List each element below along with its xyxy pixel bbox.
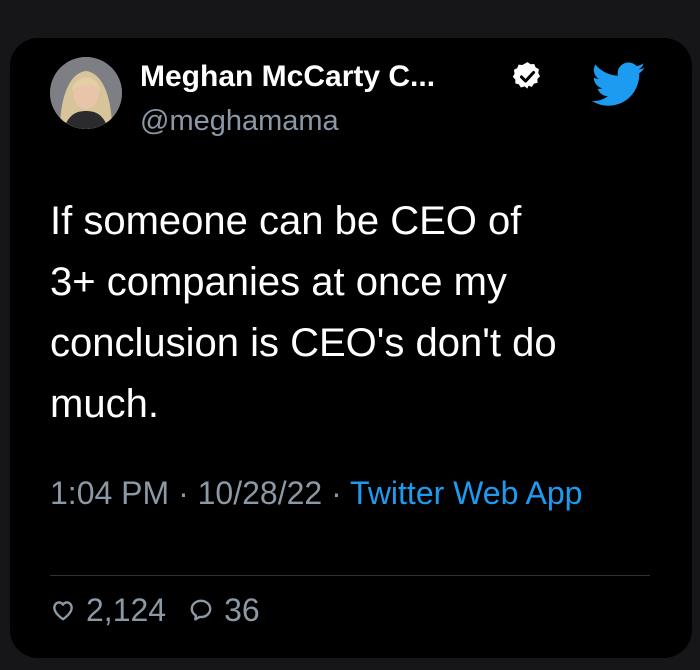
tweet-source-app[interactable]: Twitter Web App	[350, 475, 582, 511]
tweet-stats: 2,124 36	[50, 588, 260, 632]
like-button[interactable]: 2,124	[50, 592, 166, 629]
avatar[interactable]	[50, 57, 122, 129]
reply-count: 36	[224, 591, 260, 628]
meta-separator: ·	[322, 475, 351, 511]
tweet-text: If someone can be CEO of 3+ companies at…	[50, 199, 557, 426]
screenshot-frame: Meghan McCarty C... @meghamama If someon…	[0, 0, 700, 670]
author-handle[interactable]: @meghamama	[140, 104, 339, 138]
verified-badge-icon	[512, 62, 541, 89]
divider	[50, 575, 650, 576]
meta-separator: ·	[169, 475, 198, 511]
tweet-meta: 1:04 PM · 10/28/22 · Twitter Web App	[50, 470, 650, 516]
reply-bubble-icon	[190, 599, 212, 621]
avatar-photo	[50, 57, 122, 129]
like-count: 2,124	[86, 591, 167, 628]
author-display-name[interactable]: Meghan McCarty C...	[140, 60, 435, 94]
reply-button[interactable]: 36	[188, 592, 260, 629]
tweet-time[interactable]: 1:04 PM	[50, 475, 169, 511]
heart-icon	[53, 601, 73, 621]
tweet-date[interactable]: 10/28/22	[198, 475, 323, 511]
twitter-bird-icon[interactable]	[592, 62, 646, 108]
